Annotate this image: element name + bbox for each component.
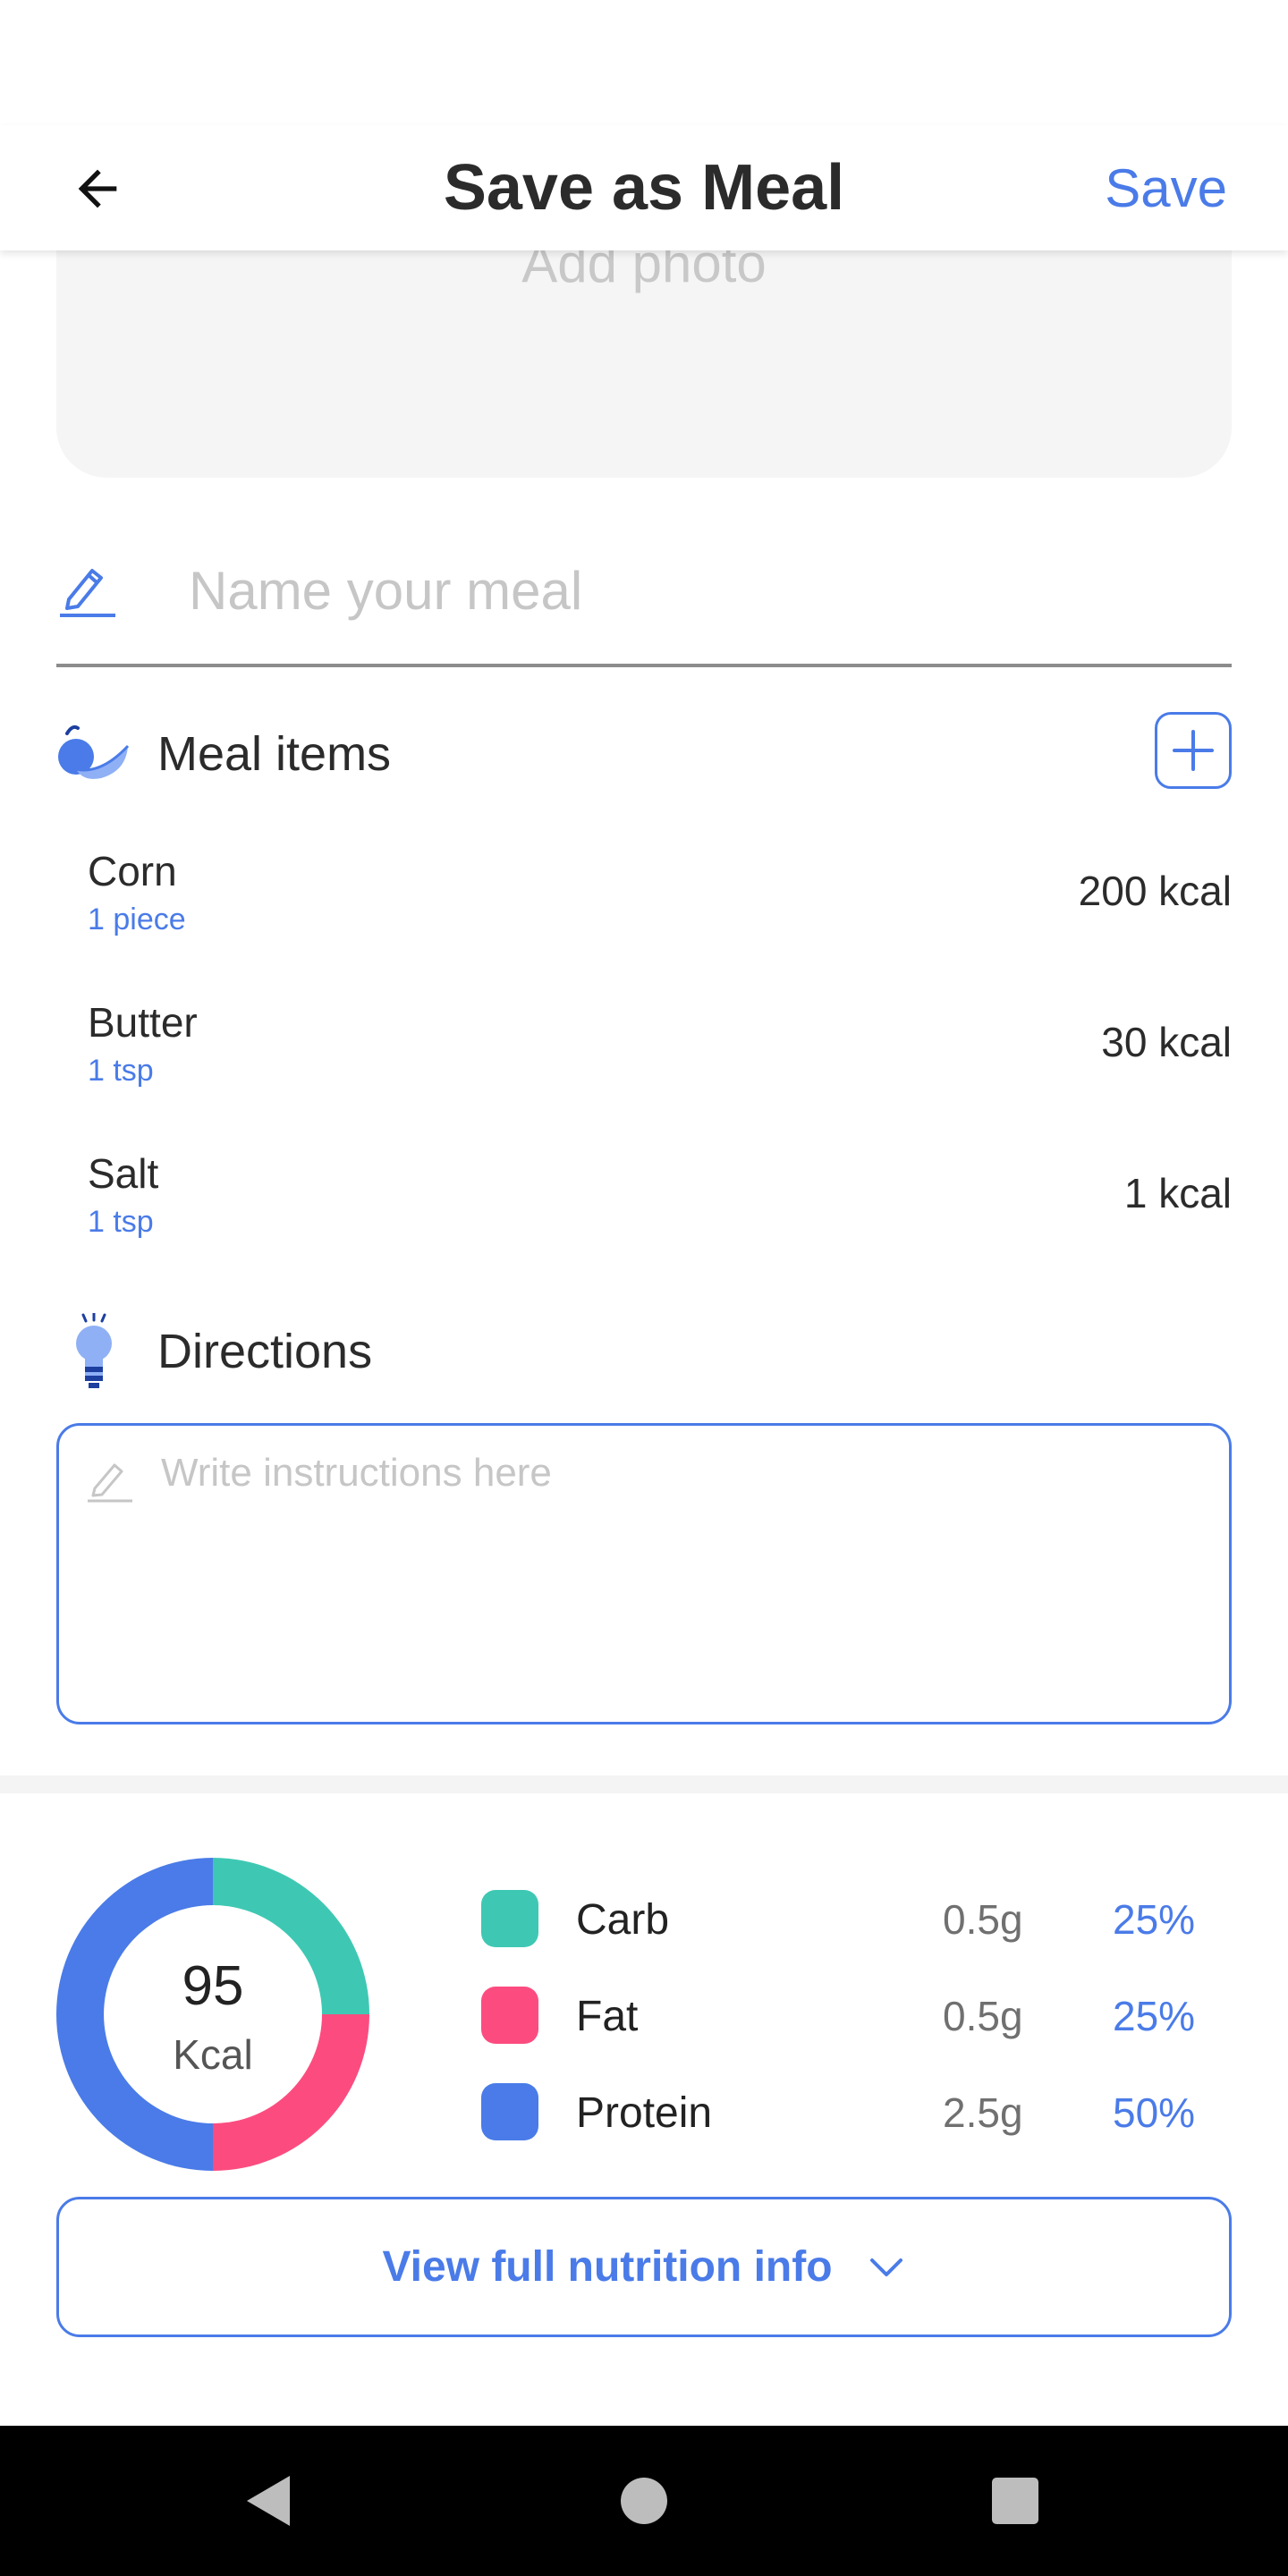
macro-row-carb: Carb 0.5g 25%: [481, 1888, 1197, 1951]
view-full-nutrition-label: View full nutrition info: [382, 2243, 833, 2291]
directions-title: Directions: [157, 1325, 373, 1378]
macro-percent: 50%: [1113, 2089, 1196, 2136]
meal-item-row[interactable]: Salt 1 tsp 1 kcal: [88, 1149, 1232, 1266]
back-button[interactable]: [57, 148, 138, 229]
pencil-icon: [88, 1463, 132, 1503]
directions-header: Directions: [56, 1313, 1232, 1394]
fruit-icon: [58, 724, 130, 779]
macro-row-fat: Fat 0.5g 25%: [481, 1985, 1197, 2047]
macro-name: Carb: [576, 1895, 670, 1944]
system-nav-bar: [0, 2426, 1288, 2576]
item-kcal: 30 kcal: [1101, 1019, 1232, 1065]
item-serving: 1 tsp: [88, 1054, 154, 1088]
arrow-left-icon: [78, 169, 117, 208]
status-bar: [0, 0, 1288, 125]
item-name: Butter: [88, 999, 198, 1046]
macro-name: Protein: [576, 2089, 713, 2137]
chevron-down-icon: [869, 2258, 902, 2276]
meal-name-row: [56, 537, 1232, 667]
kcal-unit: Kcal: [173, 2031, 253, 2078]
item-name: Corn: [88, 848, 177, 894]
item-serving: 1 tsp: [88, 1205, 154, 1239]
carb-swatch: [481, 1890, 538, 1947]
app-header: Save as Meal Save: [0, 125, 1288, 250]
plus-icon: [1173, 730, 1214, 771]
macro-percent: 25%: [1113, 1896, 1196, 1943]
save-button[interactable]: Save: [1105, 125, 1227, 250]
add-meal-item-button[interactable]: [1155, 712, 1232, 789]
view-full-nutrition-button[interactable]: View full nutrition info: [56, 2197, 1232, 2337]
item-serving: 1 piece: [88, 902, 186, 936]
directions-box: [56, 1423, 1232, 1724]
directions-input[interactable]: [161, 1451, 1199, 1692]
kcal-value: 95: [182, 1955, 244, 2017]
macro-row-protein: Protein 2.5g 50%: [481, 2081, 1197, 2144]
item-kcal: 200 kcal: [1078, 868, 1232, 914]
nav-recents-icon[interactable]: [970, 2456, 1060, 2546]
macro-grams: 0.5g: [943, 1896, 1023, 1943]
page-title: Save as Meal: [443, 152, 845, 224]
pencil-icon: [60, 569, 115, 617]
lightbulb-icon: [76, 1313, 112, 1388]
meal-name-input[interactable]: [189, 555, 1173, 626]
meal-item-row[interactable]: Corn 1 piece 200 kcal: [88, 847, 1232, 963]
protein-swatch: [481, 2083, 538, 2140]
nav-back-icon[interactable]: [225, 2456, 315, 2546]
macro-percent: 25%: [1113, 1993, 1196, 2039]
macro-grams: 0.5g: [943, 1993, 1023, 2039]
macro-name: Fat: [576, 1992, 639, 2040]
meal-items-header: Meal items: [56, 712, 1232, 796]
nav-home-icon[interactable]: [599, 2456, 689, 2546]
macro-grams: 2.5g: [943, 2089, 1023, 2136]
meal-items-title: Meal items: [157, 727, 392, 781]
fat-swatch: [481, 1987, 538, 2044]
item-name: Salt: [88, 1150, 159, 1197]
item-kcal: 1 kcal: [1123, 1170, 1232, 1216]
meal-item-row[interactable]: Butter 1 tsp 30 kcal: [88, 998, 1232, 1114]
section-divider: [0, 1775, 1288, 1793]
